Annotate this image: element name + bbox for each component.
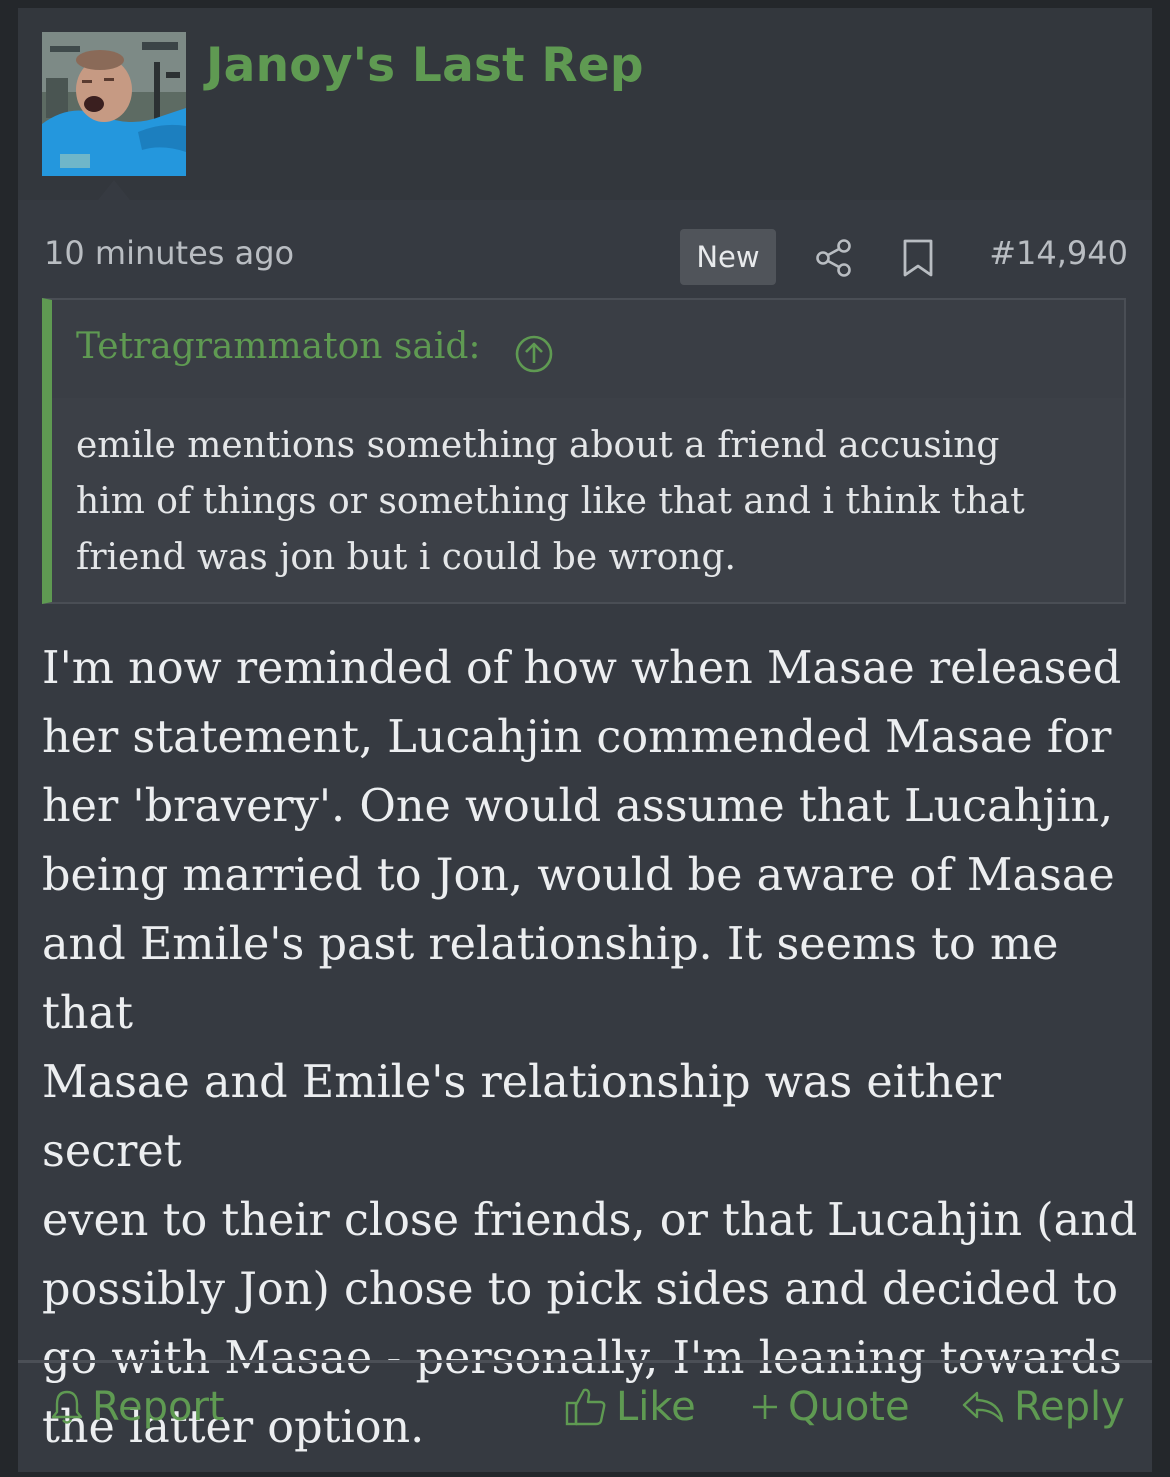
- like-button[interactable]: Like: [564, 1384, 696, 1430]
- message-line: Masae and Emile's relationship was eithe…: [42, 1057, 1002, 1177]
- quote-line: emile mentions something about a friend …: [76, 425, 1000, 466]
- username-link[interactable]: Janoy's Last Rep: [206, 38, 644, 93]
- quote-line: friend was jon but i could be wrong.: [76, 537, 736, 578]
- message-line: I'm now reminded of how when Masae relea…: [42, 643, 1122, 694]
- avatar[interactable]: [42, 32, 186, 176]
- post-actions: Report Like Quote Reply: [18, 1378, 1152, 1448]
- bookmark-icon[interactable]: [900, 238, 936, 278]
- report-button[interactable]: Report: [50, 1384, 225, 1430]
- reply-label: Reply: [1014, 1384, 1125, 1430]
- message-line: even to their close friends, or that Luc…: [42, 1195, 1138, 1246]
- post-meta-bar: 10 minutes ago New #14,940: [18, 220, 1152, 285]
- user-bar: Janoy's Last Rep: [18, 8, 1152, 200]
- post-message: I'm now reminded of how when Masae relea…: [42, 634, 1142, 1462]
- message-line: her 'bravery'. One would assume that Luc…: [42, 781, 1114, 832]
- like-label: Like: [616, 1384, 696, 1430]
- message-line: her statement, Lucahjin commended Masae …: [42, 712, 1112, 763]
- footer-divider: [18, 1360, 1152, 1363]
- message-line: and Emile's past relationship. It seems …: [42, 919, 1059, 1039]
- message-line: possibly Jon) chose to pick sides and de…: [42, 1264, 1119, 1315]
- forum-post: Janoy's Last Rep 10 minutes ago New #14,…: [18, 8, 1152, 1472]
- quote-attribution[interactable]: Tetragrammaton said:: [76, 326, 481, 367]
- page-frame: Janoy's Last Rep 10 minutes ago New #14,…: [0, 0, 1170, 1477]
- share-icon[interactable]: [814, 238, 854, 278]
- message-line: being married to Jon, would be aware of …: [42, 850, 1115, 901]
- report-label: Report: [92, 1384, 225, 1430]
- reply-arrow-icon: [962, 1391, 1004, 1423]
- arrow-up-circle-icon[interactable]: [514, 334, 554, 374]
- thumbs-up-icon: [565, 1388, 606, 1426]
- user-bar-pointer: [98, 180, 130, 200]
- quote-label: Quote: [788, 1384, 910, 1430]
- plus-icon: [753, 1395, 777, 1419]
- quote-button[interactable]: Quote: [750, 1384, 910, 1430]
- quote-block: Tetragrammaton said: emile mentions some…: [42, 298, 1126, 604]
- quote-line: him of things or something like that and…: [76, 481, 1025, 522]
- quote-content: emile mentions something about a friend …: [76, 418, 1106, 586]
- bell-icon: [51, 1390, 83, 1424]
- reply-button[interactable]: Reply: [960, 1384, 1125, 1430]
- quote-header: Tetragrammaton said:: [52, 300, 1124, 398]
- post-number-link[interactable]: #14,940: [989, 234, 1128, 272]
- new-badge: New: [680, 229, 776, 285]
- post-timestamp[interactable]: 10 minutes ago: [44, 234, 294, 272]
